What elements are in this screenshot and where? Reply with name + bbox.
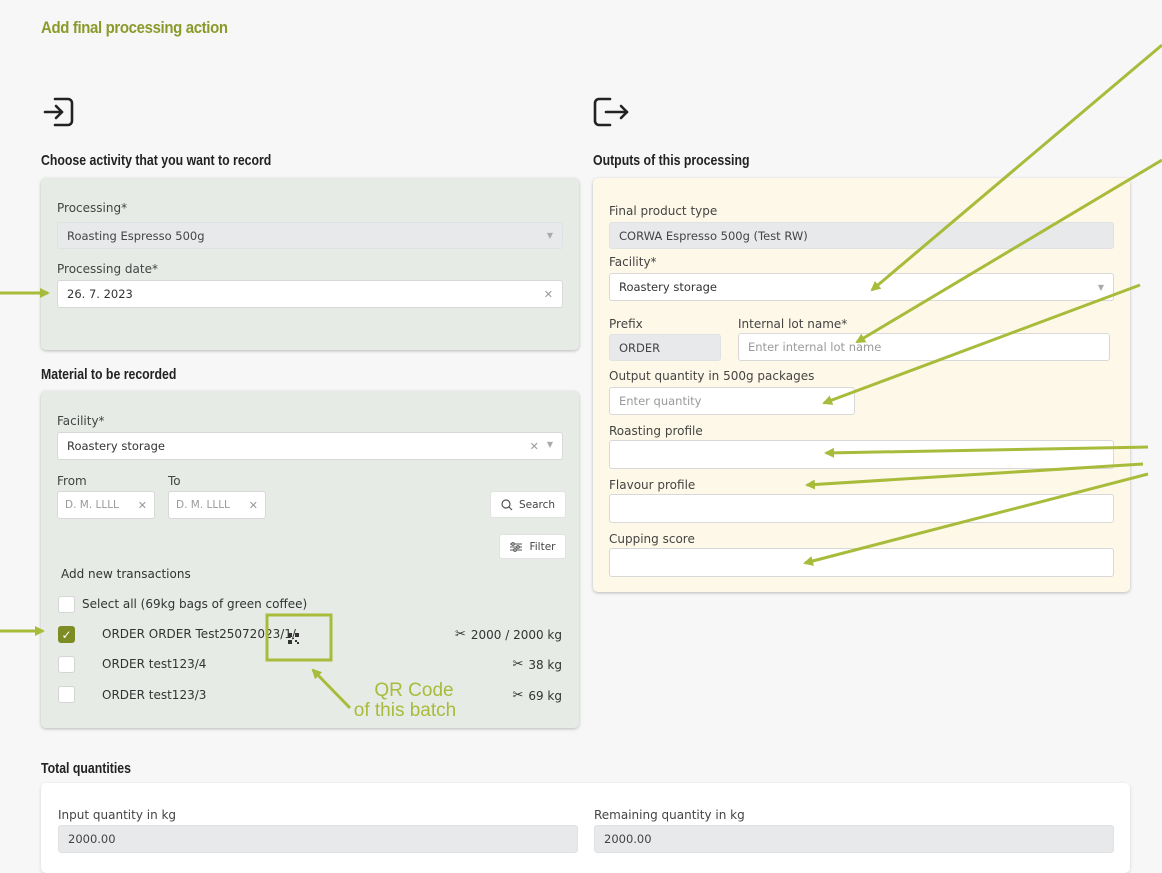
row-quantity: ✂ 2000 / 2000 kg	[455, 627, 562, 642]
roasting-profile-input[interactable]	[609, 440, 1114, 469]
material-section-title: Material to be recorded	[41, 366, 177, 383]
input-quantity-label: Input quantity in kg	[58, 808, 177, 822]
page-title: Add final processing action	[41, 18, 228, 37]
processing-date-input[interactable]: 26. 7. 2023 ✕	[57, 280, 563, 308]
lot-name-label: Internal lot name*	[738, 317, 848, 331]
row-checkbox[interactable]	[58, 656, 75, 673]
processing-date-value: 26. 7. 2023	[67, 287, 133, 301]
clear-icon[interactable]: ✕	[249, 499, 258, 512]
clear-icon[interactable]: ✕	[530, 440, 539, 453]
search-icon	[501, 498, 513, 510]
filter-button[interactable]: Filter	[499, 534, 566, 559]
output-quantity-placeholder: Enter quantity	[619, 394, 702, 408]
qr-annotation-text: QR Code of this batch	[330, 681, 480, 721]
outputs-section-title: Outputs of this processing	[593, 152, 750, 169]
select-all-label: Select all (69kg bags of green coffee)	[82, 597, 308, 611]
input-quantity-value: 2000.00	[68, 832, 116, 846]
clear-icon[interactable]: ✕	[544, 288, 553, 301]
row-quantity: ✂ 69 kg	[512, 688, 562, 703]
filter-icon	[510, 541, 523, 552]
annotation-line-1: QR Code	[374, 680, 454, 701]
clear-icon[interactable]: ✕	[138, 499, 147, 512]
output-quantity-label: Output quantity in 500g packages	[609, 369, 815, 383]
cupping-score-label: Cupping score	[609, 532, 695, 546]
activity-section-title: Choose activity that you want to record	[41, 152, 272, 169]
row-checkbox[interactable]: ✓	[58, 626, 75, 643]
row-quantity-value: 2000 / 2000 kg	[470, 627, 562, 642]
from-date-placeholder: D. M. LLLL	[65, 499, 119, 511]
material-facility-select[interactable]: Roastery storage ✕ ▼	[57, 432, 563, 460]
qr-code-icon[interactable]	[288, 629, 299, 648]
row-name: ORDER test123/4	[102, 657, 207, 671]
row-checkbox[interactable]	[58, 686, 75, 703]
filter-label: Filter	[529, 540, 556, 553]
output-facility-label: Facility*	[609, 255, 657, 269]
lot-name-input[interactable]: Enter internal lot name	[738, 333, 1110, 361]
row-quantity-value: 38 kg	[528, 657, 562, 672]
material-facility-value: Roastery storage	[67, 439, 166, 453]
chevron-down-icon: ▼	[546, 439, 553, 449]
lot-name-placeholder: Enter internal lot name	[748, 340, 882, 354]
totals-section-title: Total quantities	[41, 760, 131, 777]
row-name: ORDER test123/3	[102, 688, 207, 702]
flavour-profile-label: Flavour profile	[609, 478, 696, 492]
log-in-icon	[42, 95, 76, 133]
processing-label: Processing*	[57, 201, 128, 215]
from-label: From	[57, 474, 87, 488]
remaining-quantity-value: 2000.00	[604, 832, 652, 846]
search-label: Search	[518, 498, 556, 511]
processing-select[interactable]: Roasting Espresso 500g ▼	[57, 222, 563, 249]
log-out-icon	[592, 95, 630, 133]
chevron-down-icon: ▼	[1097, 282, 1104, 292]
search-button[interactable]: Search	[490, 491, 566, 518]
prefix-label: Prefix	[609, 317, 643, 331]
remaining-quantity-label: Remaining quantity in kg	[594, 808, 745, 822]
remaining-quantity-field: 2000.00	[594, 825, 1114, 853]
row-name: ORDER ORDER Test25072023/1/	[102, 627, 296, 641]
output-facility-value: Roastery storage	[619, 280, 718, 294]
processing-value: Roasting Espresso 500g	[67, 228, 205, 243]
select-all-checkbox[interactable]	[58, 596, 75, 613]
annotation-line-2: of this batch	[353, 700, 457, 721]
prefix-value: ORDER	[619, 340, 661, 355]
chevron-down-icon: ▼	[546, 231, 553, 240]
to-date-placeholder: D. M. LLLL	[176, 499, 230, 511]
roasting-profile-label: Roasting profile	[609, 424, 703, 438]
cupping-score-input[interactable]	[609, 548, 1114, 577]
from-date-input[interactable]: D. M. LLLL ✕	[57, 491, 155, 519]
to-label: To	[168, 474, 181, 488]
final-product-label: Final product type	[609, 204, 718, 218]
scissors-icon[interactable]: ✂	[512, 688, 523, 703]
row-quantity: ✂ 38 kg	[512, 657, 562, 672]
row-quantity-value: 69 kg	[528, 688, 562, 703]
scissors-icon[interactable]: ✂	[455, 627, 466, 642]
final-product-field: CORWA Espresso 500g (Test RW)	[609, 222, 1114, 249]
scissors-icon[interactable]: ✂	[512, 657, 523, 672]
flavour-profile-input[interactable]	[609, 494, 1114, 523]
output-facility-select[interactable]: Roastery storage ▼	[609, 273, 1114, 301]
final-product-value: CORWA Espresso 500g (Test RW)	[619, 228, 808, 243]
material-facility-label: Facility*	[57, 414, 105, 428]
output-quantity-input[interactable]: Enter quantity	[609, 387, 855, 415]
add-transactions-label: Add new transactions	[61, 567, 191, 581]
input-quantity-field: 2000.00	[58, 825, 578, 853]
to-date-input[interactable]: D. M. LLLL ✕	[168, 491, 266, 519]
processing-date-label: Processing date*	[57, 262, 158, 276]
prefix-field: ORDER	[609, 334, 721, 361]
